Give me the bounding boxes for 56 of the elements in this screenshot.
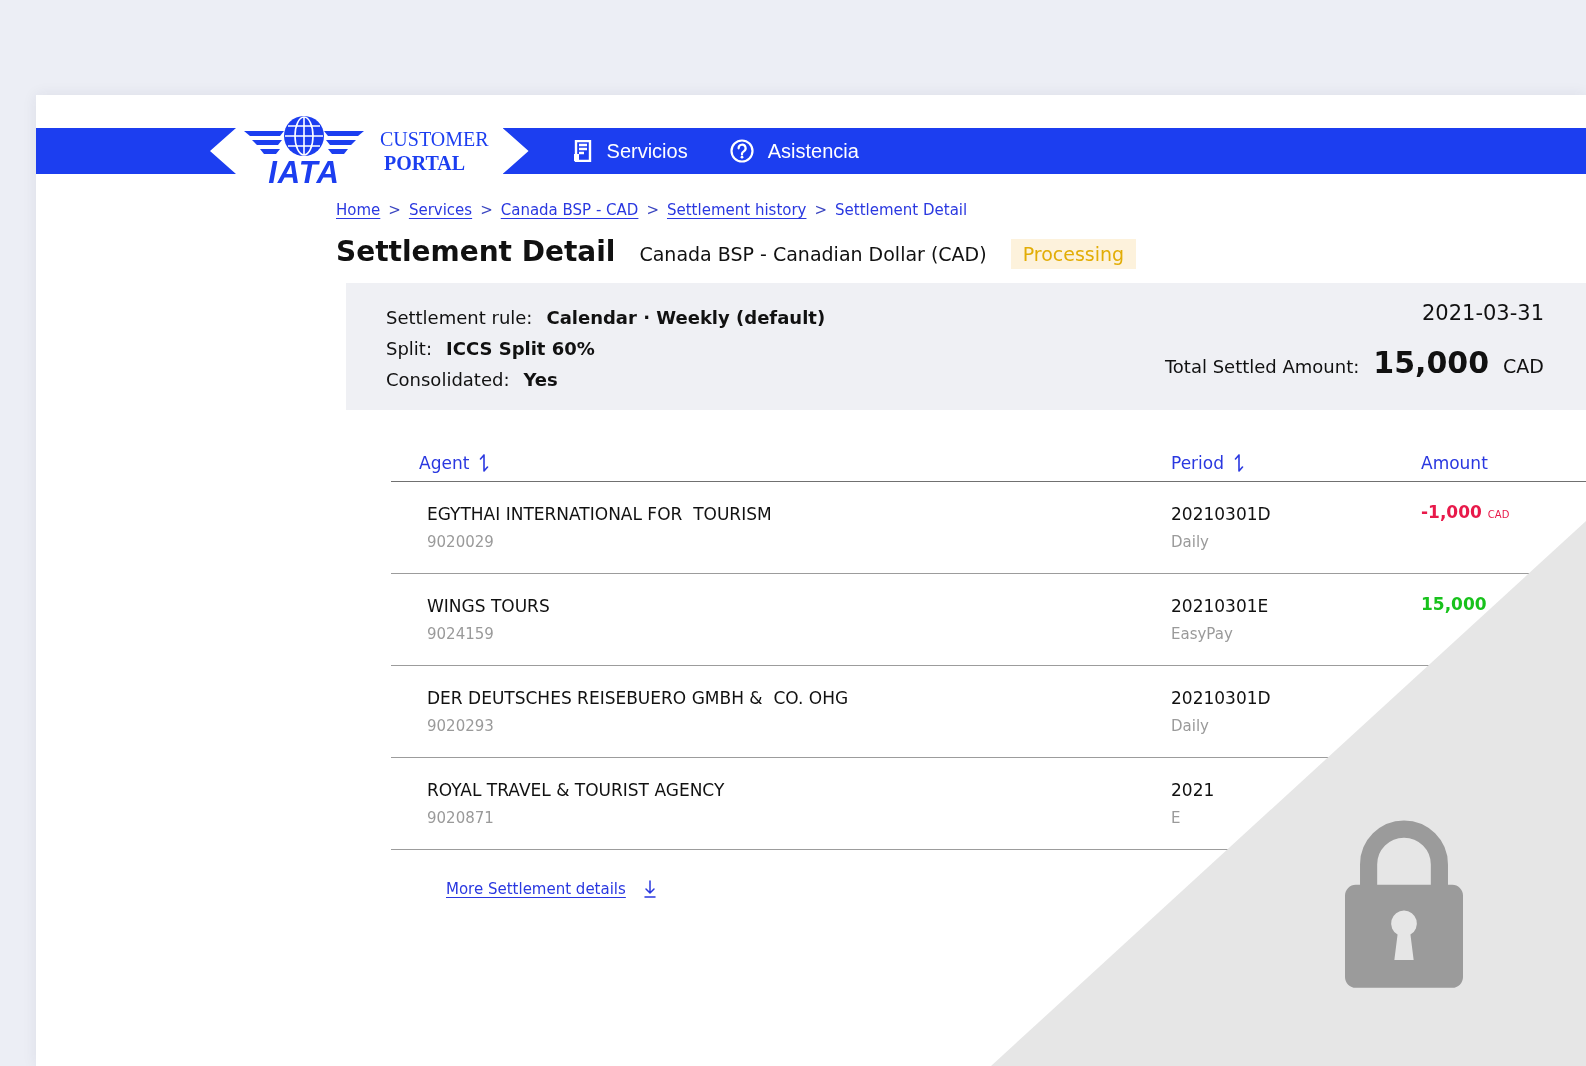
logo-wordmark: IATA [268, 156, 340, 188]
total-currency: CAD [1503, 355, 1544, 377]
agent-code: 9020871 [427, 808, 494, 829]
column-header[interactable]: Agent [419, 453, 490, 473]
amount-currency: CAD [1487, 509, 1510, 520]
winged-globe-logo-icon [244, 114, 364, 159]
settlement-date: 2021-03-31 [1421, 301, 1544, 325]
breadcrumb-separator: > [814, 201, 828, 219]
detail-label: Consolidated: [386, 369, 510, 390]
agent-code: 9024159 [427, 624, 494, 645]
breadcrumb-link[interactable]: Settlement history [667, 201, 807, 219]
column-header[interactable]: Amount [1421, 453, 1488, 473]
total-label: Total Settled Amount: [1164, 356, 1360, 377]
agent-name: WINGS TOURS [427, 595, 550, 618]
amount-value: 15,000 [1421, 594, 1487, 614]
period-code: 20210301E [1171, 595, 1269, 618]
breadcrumb-link[interactable]: Home [336, 201, 381, 219]
period-frequency: E [1171, 808, 1181, 829]
download-arrow-icon[interactable] [643, 880, 656, 898]
agent-code: 9020029 [427, 532, 494, 553]
sort-icon[interactable] [479, 454, 490, 472]
agent-name: DER DEUTSCHES REISEBUERO GMBH & CO. OHG [427, 687, 849, 710]
agent-name: EGYTHAI INTERNATIONAL FOR TOURISM [427, 503, 772, 526]
period-code: 20210301D [1171, 503, 1271, 526]
nav-link[interactable]: Servicios [558, 133, 702, 169]
detail-value: Calendar · Weekly (default) [546, 307, 826, 328]
detail-label: Split: [386, 338, 432, 359]
agent-code: 9020293 [427, 716, 494, 737]
period-code: 2021 [1171, 779, 1215, 802]
breadcrumb-current: Settlement Detail [835, 201, 968, 219]
settlement-subtitle: Canada BSP - Canadian Dollar (CAD) [639, 243, 987, 265]
breadcrumb-separator: > [480, 201, 493, 219]
breadcrumb-link[interactable]: Services [408, 201, 473, 219]
total-amount: 15,000 [1373, 345, 1490, 380]
more-details-link[interactable]: More Settlement details [446, 880, 626, 898]
detail-label: Settlement rule: [386, 307, 533, 328]
column-header[interactable]: Period [1171, 453, 1244, 473]
document-icon[interactable] [572, 140, 593, 162]
amount-value: -1,000 [1421, 502, 1482, 522]
detail-value: Yes [523, 369, 558, 390]
page-title: Settlement Detail [336, 235, 616, 268]
period-frequency: Daily [1171, 716, 1209, 737]
logo-caption: CUSTOMER [380, 127, 489, 151]
status-badge: Processing [1010, 239, 1137, 269]
period-frequency: EasyPay [1171, 624, 1233, 645]
logo-caption: PORTAL [384, 151, 467, 175]
breadcrumb-link[interactable]: Canada BSP - CAD [500, 201, 639, 219]
period-frequency: Daily [1171, 532, 1209, 553]
help-icon[interactable] [729, 139, 754, 163]
detail-value: ICCS Split 60% [446, 338, 595, 359]
agent-name: ROYAL TRAVEL & TOURIST AGENCY [427, 779, 725, 802]
breadcrumb-separator: > [646, 201, 659, 219]
nav-link[interactable]: Asistencia [715, 133, 873, 169]
sort-icon[interactable] [1234, 454, 1244, 472]
breadcrumb-separator: > [388, 201, 401, 219]
period-code: 20210301D [1171, 687, 1271, 710]
